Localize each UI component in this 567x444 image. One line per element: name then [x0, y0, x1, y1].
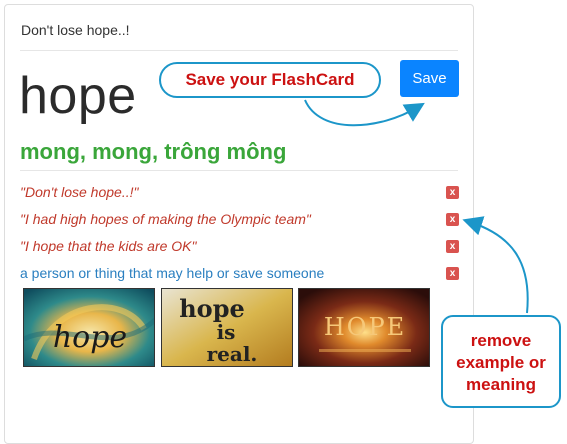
meaning-item: a person or thing that may help or save … [20, 265, 325, 281]
hope-swirl-caption: hope [53, 320, 127, 355]
flashcard-word: hope [19, 67, 137, 125]
translation-divider [20, 170, 458, 171]
flashcard-translation: mong, mong, trông mông [20, 139, 287, 164]
hope-sunrise-image[interactable]: HOPE [298, 288, 430, 367]
hope-is-real-line1: hope [179, 294, 245, 323]
example-item: "I had high hopes of making the Olympic … [20, 211, 311, 227]
remove-callout-line2: example or [456, 353, 546, 372]
header-divider [20, 50, 458, 51]
remove-callout-line1: remove [470, 331, 532, 350]
hope-swirl-image[interactable]: hope [23, 288, 155, 367]
hope-sunrise-caption: HOPE [324, 313, 406, 341]
save-button[interactable]: Save [400, 60, 459, 97]
hope-is-real-line3: real. [207, 342, 258, 366]
example-item: "I hope that the kids are OK" [20, 238, 197, 254]
remove-meaning-button[interactable]: x [446, 267, 459, 280]
remove-example-button[interactable]: x [446, 186, 459, 199]
card-header-title: Don't lose hope..! [21, 22, 130, 38]
hope-is-real-image[interactable]: hope is real. [161, 288, 293, 367]
remove-entry-callout: remove example or meaning [441, 315, 561, 408]
remove-example-button[interactable]: x [446, 213, 459, 226]
hope-is-real-line2: is [217, 320, 236, 344]
save-flashcard-callout: Save your FlashCard [159, 62, 381, 98]
remove-callout-line3: meaning [466, 375, 536, 394]
remove-callout-arrow [462, 216, 529, 314]
remove-example-button[interactable]: x [446, 240, 459, 253]
example-item: "Don't lose hope..!" [20, 184, 139, 200]
